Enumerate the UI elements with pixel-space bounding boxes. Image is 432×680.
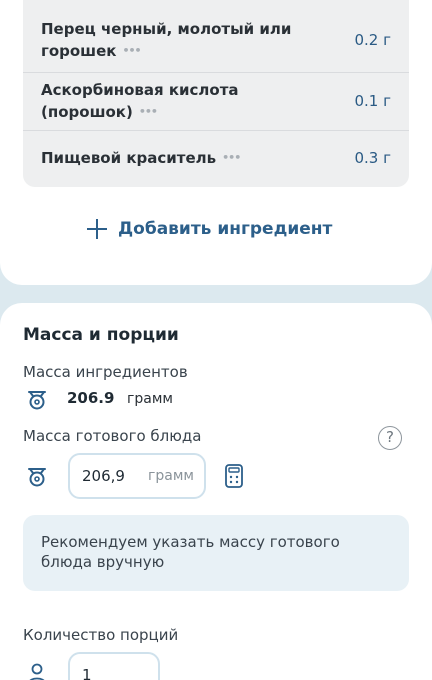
ingredient-amount: 0.3 г: [354, 149, 391, 167]
plus-icon: [87, 219, 107, 239]
portions-input[interactable]: 1: [68, 652, 160, 680]
ingredients-mass-unit: грамм: [127, 391, 173, 407]
ready-mass-value: 206,9: [82, 467, 125, 485]
ingredients-mass-value: 206.9: [67, 389, 115, 407]
ready-mass-unit: грамм: [148, 468, 194, 484]
ready-mass-input[interactable]: 206,9 грамм: [68, 453, 206, 499]
ingredient-amount: 0.1 г: [354, 92, 391, 110]
add-ingredient-label: Добавить ингредиент: [118, 219, 333, 239]
ingredient-name: Пищевой краситель: [41, 149, 217, 167]
hint-box: Рекомендуем указать массу готового блюда…: [23, 515, 409, 591]
ingredients-mass-label: Масса ингредиентов: [23, 363, 188, 381]
scale-icon: [28, 468, 46, 487]
more-dots-icon[interactable]: •••: [139, 105, 158, 118]
add-ingredient-button[interactable]: Добавить ингредиент: [86, 215, 332, 243]
mass-portions-card: Масса и порции Масса ингредиентов 206.9 …: [0, 303, 432, 680]
help-icon[interactable]: ?: [378, 426, 402, 450]
ingredient-row[interactable]: Пищевой краситель ••• 0.3 г: [23, 130, 409, 186]
ingredient-row[interactable]: Перец черный, молотый или горошек ••• 0.2…: [23, 10, 409, 70]
section-title: Масса и порции: [23, 325, 179, 345]
portions-label: Количество порций: [23, 626, 179, 644]
ingredient-row[interactable]: Аскорбиновая кислота (порошок) ••• 0.1 г: [23, 72, 409, 130]
more-dots-icon[interactable]: •••: [122, 44, 141, 57]
more-dots-icon[interactable]: •••: [222, 151, 241, 164]
ingredient-name: Перец черный, молотый или горошек: [41, 19, 292, 60]
scale-icon: [28, 391, 46, 410]
ingredients-card: Перец черный, молотый или горошек ••• 0.2…: [0, 0, 432, 285]
person-icon: [29, 663, 45, 680]
ingredient-amount: 0.2 г: [354, 31, 391, 49]
ingredient-list: Перец черный, молотый или горошек ••• 0.2…: [23, 0, 409, 187]
calculator-icon[interactable]: [224, 463, 244, 489]
ready-mass-label: Масса готового блюда: [23, 427, 202, 445]
